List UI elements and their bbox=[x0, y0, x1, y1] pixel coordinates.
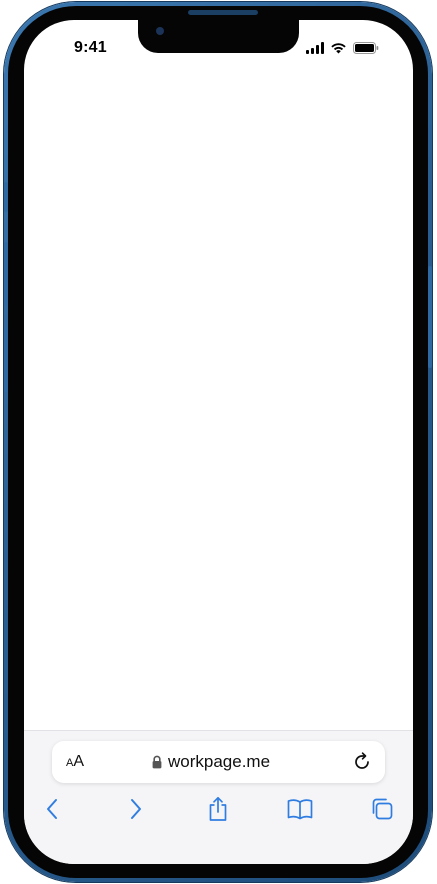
text-size-large-label: A bbox=[73, 753, 85, 770]
wifi-icon bbox=[331, 43, 346, 54]
cellular-signal-icon bbox=[306, 42, 324, 54]
back-icon bbox=[47, 799, 57, 819]
safari-toolbar bbox=[24, 793, 413, 825]
share-icon bbox=[209, 796, 227, 821]
status-icons bbox=[306, 42, 379, 54]
safari-bottom-bar: AA workpage.me bbox=[24, 730, 413, 864]
forward-icon bbox=[131, 799, 141, 819]
tabs-button[interactable] bbox=[368, 795, 396, 823]
url-text: workpage.me bbox=[168, 752, 271, 771]
status-time: 9:41 bbox=[74, 39, 107, 56]
bookmarks-icon bbox=[287, 799, 313, 820]
speaker-grill bbox=[188, 10, 258, 15]
back-button[interactable] bbox=[38, 795, 66, 823]
bookmarks-button[interactable] bbox=[286, 795, 314, 823]
web-content bbox=[24, 70, 413, 730]
power-button bbox=[428, 266, 432, 368]
reload-icon[interactable] bbox=[351, 751, 373, 773]
forward-button[interactable] bbox=[122, 795, 150, 823]
lock-icon bbox=[152, 755, 162, 769]
text-size-button[interactable]: AA bbox=[66, 753, 84, 772]
battery-icon bbox=[353, 42, 379, 54]
notch bbox=[138, 20, 299, 53]
share-button[interactable] bbox=[204, 795, 232, 823]
phone-screen: 9:41 AA workpage.me bbox=[24, 20, 413, 864]
url-display[interactable]: workpage.me bbox=[152, 752, 270, 772]
front-camera bbox=[156, 27, 164, 35]
tabs-icon bbox=[372, 798, 393, 820]
address-bar[interactable]: AA workpage.me bbox=[52, 741, 385, 783]
